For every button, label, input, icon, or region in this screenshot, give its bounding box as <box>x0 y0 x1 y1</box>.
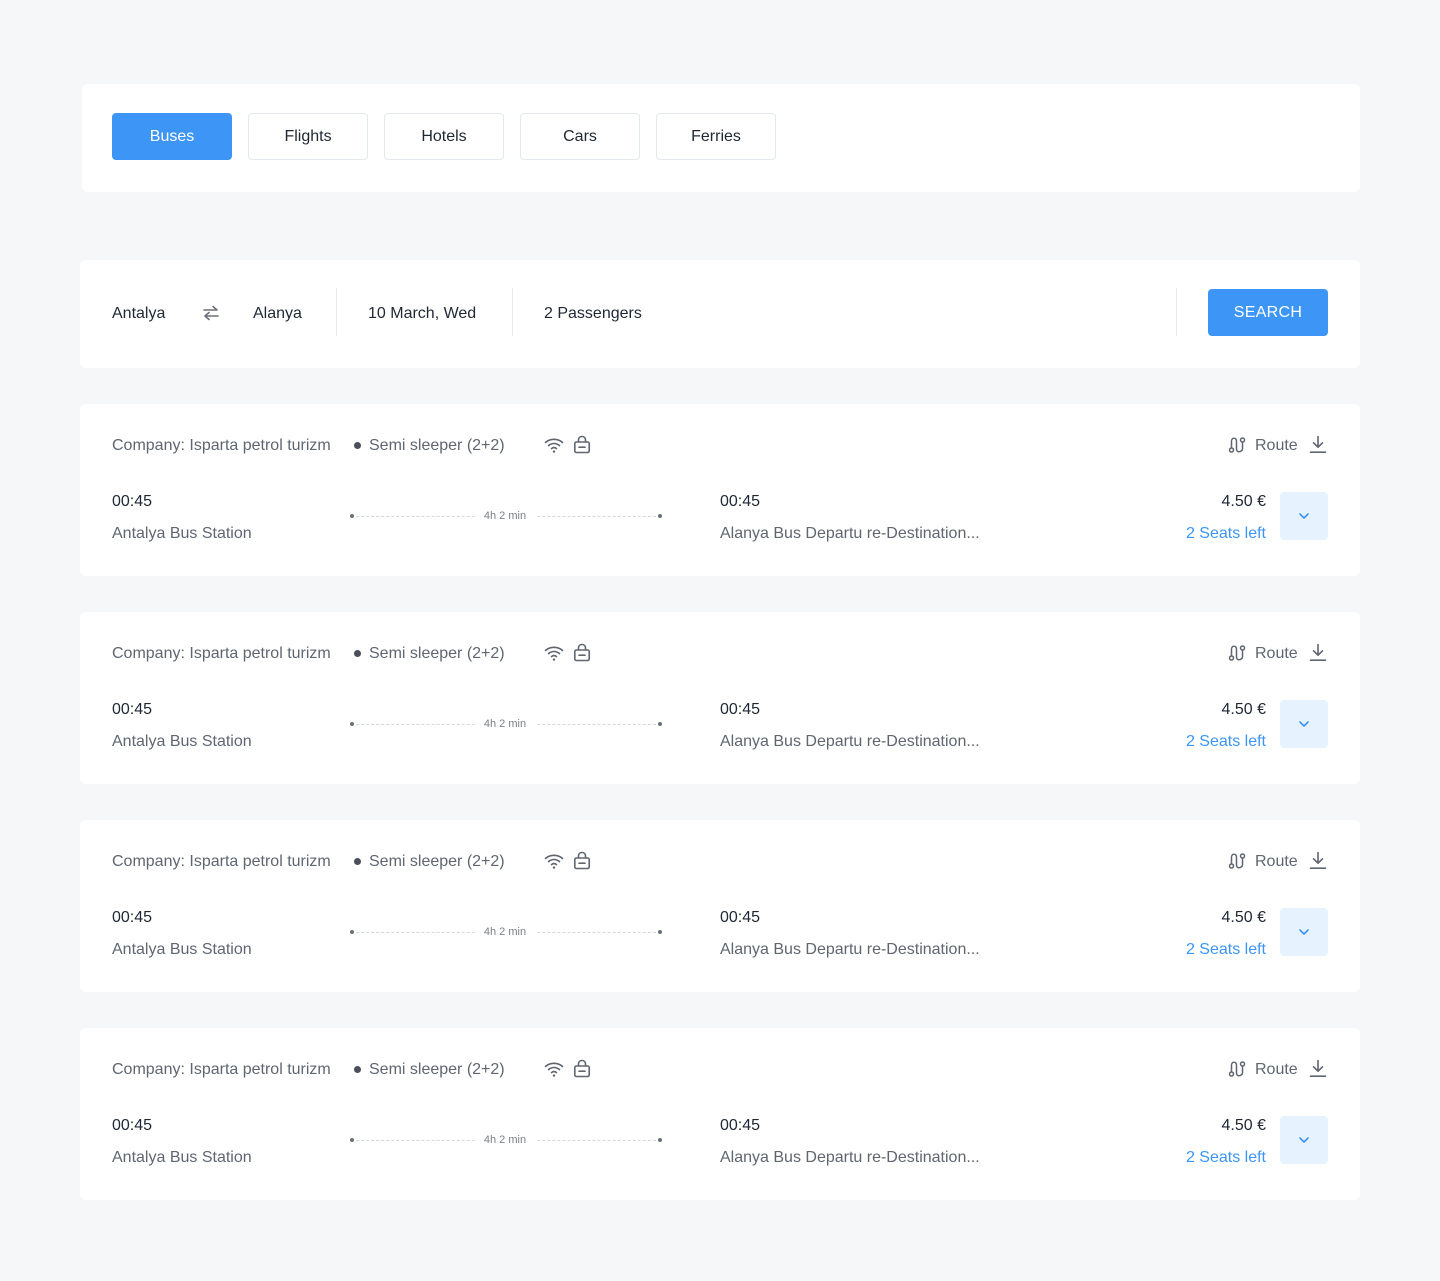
trip-duration: 4h 2 min <box>475 1133 535 1147</box>
arrival-time: 00:45 <box>720 701 761 718</box>
departure-station: Antalya Bus Station <box>112 941 252 958</box>
trip-duration: 4h 2 min <box>475 717 535 731</box>
search-button[interactable]: SEARCH <box>1208 289 1328 336</box>
departure-station: Antalya Bus Station <box>112 733 252 750</box>
transport-tabs: Buses Flights Hotels Cars Ferries <box>82 84 1360 192</box>
result-card[interactable]: Company: Isparta petrol turizm Semi slee… <box>80 404 1360 576</box>
departure-station: Antalya Bus Station <box>112 1149 252 1166</box>
chevron-down-icon <box>1299 721 1309 727</box>
download-icon[interactable] <box>1309 435 1327 454</box>
seats-left: 2 Seats left <box>1185 1149 1266 1166</box>
ticket-price: 4.50 € <box>1221 909 1266 926</box>
result-card[interactable]: Company: Isparta petrol turizm Semi slee… <box>80 820 1360 992</box>
wifi-icon <box>544 1062 564 1077</box>
passengers-field[interactable]: 2 Passengers <box>544 304 642 324</box>
luggage-icon <box>573 1059 590 1078</box>
tab-buses[interactable]: Buses <box>112 113 232 160</box>
date-field[interactable]: 10 March, Wed <box>368 304 476 324</box>
timeline-end-dot <box>658 722 662 726</box>
arrival-station: Alanya Bus Departu re-Destination... <box>720 525 980 542</box>
timeline-start-dot <box>350 1138 354 1142</box>
result-card[interactable]: Company: Isparta petrol turizm Semi slee… <box>80 612 1360 784</box>
expand-button[interactable] <box>1280 492 1328 540</box>
route-link[interactable]: Route <box>1255 1060 1298 1080</box>
company-name: Company: Isparta petrol turizm <box>112 1061 331 1078</box>
timeline-start-dot <box>350 930 354 934</box>
timeline-start-dot <box>350 514 354 518</box>
separator-dot <box>354 650 361 657</box>
swap-arrows-icon[interactable] <box>202 303 220 323</box>
expand-button[interactable] <box>1280 700 1328 748</box>
timeline-start-dot <box>350 722 354 726</box>
trip-duration: 4h 2 min <box>475 509 535 523</box>
trip-duration: 4h 2 min <box>475 925 535 939</box>
wifi-icon <box>544 854 564 869</box>
arrival-station: Alanya Bus Departu re-Destination... <box>720 733 980 750</box>
route-icon[interactable] <box>1228 644 1246 662</box>
result-card[interactable]: Company: Isparta petrol turizm Semi slee… <box>80 1028 1360 1200</box>
search-bar: Antalya Alanya 10 March, Wed 2 Passenger… <box>80 260 1360 368</box>
departure-time: 00:45 <box>112 701 153 718</box>
seats-left: 2 Seats left <box>1185 733 1266 750</box>
separator-dot <box>354 442 361 449</box>
tab-hotels[interactable]: Hotels <box>384 113 504 160</box>
route-link[interactable]: Route <box>1255 644 1298 664</box>
tab-ferries[interactable]: Ferries <box>656 113 776 160</box>
divider <box>336 288 337 336</box>
chevron-down-icon <box>1299 1137 1309 1143</box>
route-icon[interactable] <box>1228 852 1246 870</box>
expand-button[interactable] <box>1280 1116 1328 1164</box>
download-icon[interactable] <box>1309 851 1327 870</box>
download-icon[interactable] <box>1309 1059 1327 1078</box>
arrival-station: Alanya Bus Departu re-Destination... <box>720 1149 980 1166</box>
luggage-icon <box>573 435 590 454</box>
download-icon[interactable] <box>1309 643 1327 662</box>
company-name: Company: Isparta petrol turizm <box>112 853 331 870</box>
seat-class: Semi sleeper (2+2) <box>369 853 505 870</box>
wifi-icon <box>544 438 564 453</box>
seat-class: Semi sleeper (2+2) <box>369 437 505 454</box>
to-field[interactable]: Alanya <box>253 304 302 324</box>
arrival-time: 00:45 <box>720 493 761 510</box>
luggage-icon <box>573 643 590 662</box>
chevron-down-icon <box>1299 929 1309 935</box>
route-link[interactable]: Route <box>1255 436 1298 456</box>
divider <box>1176 288 1177 336</box>
timeline-end-dot <box>658 514 662 518</box>
separator-dot <box>354 1066 361 1073</box>
expand-button[interactable] <box>1280 908 1328 956</box>
route-icon[interactable] <box>1228 436 1246 454</box>
ticket-price: 4.50 € <box>1221 493 1266 510</box>
arrival-time: 00:45 <box>720 909 761 926</box>
chevron-down-icon <box>1299 513 1309 519</box>
separator-dot <box>354 858 361 865</box>
ticket-price: 4.50 € <box>1221 701 1266 718</box>
ticket-price: 4.50 € <box>1221 1117 1266 1134</box>
divider <box>512 288 513 336</box>
departure-time: 00:45 <box>112 909 153 926</box>
route-icon[interactable] <box>1228 1060 1246 1078</box>
company-name: Company: Isparta petrol turizm <box>112 645 331 662</box>
tab-flights[interactable]: Flights <box>248 113 368 160</box>
arrival-station: Alanya Bus Departu re-Destination... <box>720 941 980 958</box>
tab-cars[interactable]: Cars <box>520 113 640 160</box>
seat-class: Semi sleeper (2+2) <box>369 645 505 662</box>
seats-left: 2 Seats left <box>1185 941 1266 958</box>
route-link[interactable]: Route <box>1255 852 1298 872</box>
departure-time: 00:45 <box>112 493 153 510</box>
arrival-time: 00:45 <box>720 1117 761 1134</box>
departure-time: 00:45 <box>112 1117 153 1134</box>
from-field[interactable]: Antalya <box>112 304 165 324</box>
seats-left: 2 Seats left <box>1185 525 1266 542</box>
timeline-end-dot <box>658 1138 662 1142</box>
departure-station: Antalya Bus Station <box>112 525 252 542</box>
seat-class: Semi sleeper (2+2) <box>369 1061 505 1078</box>
luggage-icon <box>573 851 590 870</box>
wifi-icon <box>544 646 564 661</box>
timeline-end-dot <box>658 930 662 934</box>
company-name: Company: Isparta petrol turizm <box>112 437 331 454</box>
